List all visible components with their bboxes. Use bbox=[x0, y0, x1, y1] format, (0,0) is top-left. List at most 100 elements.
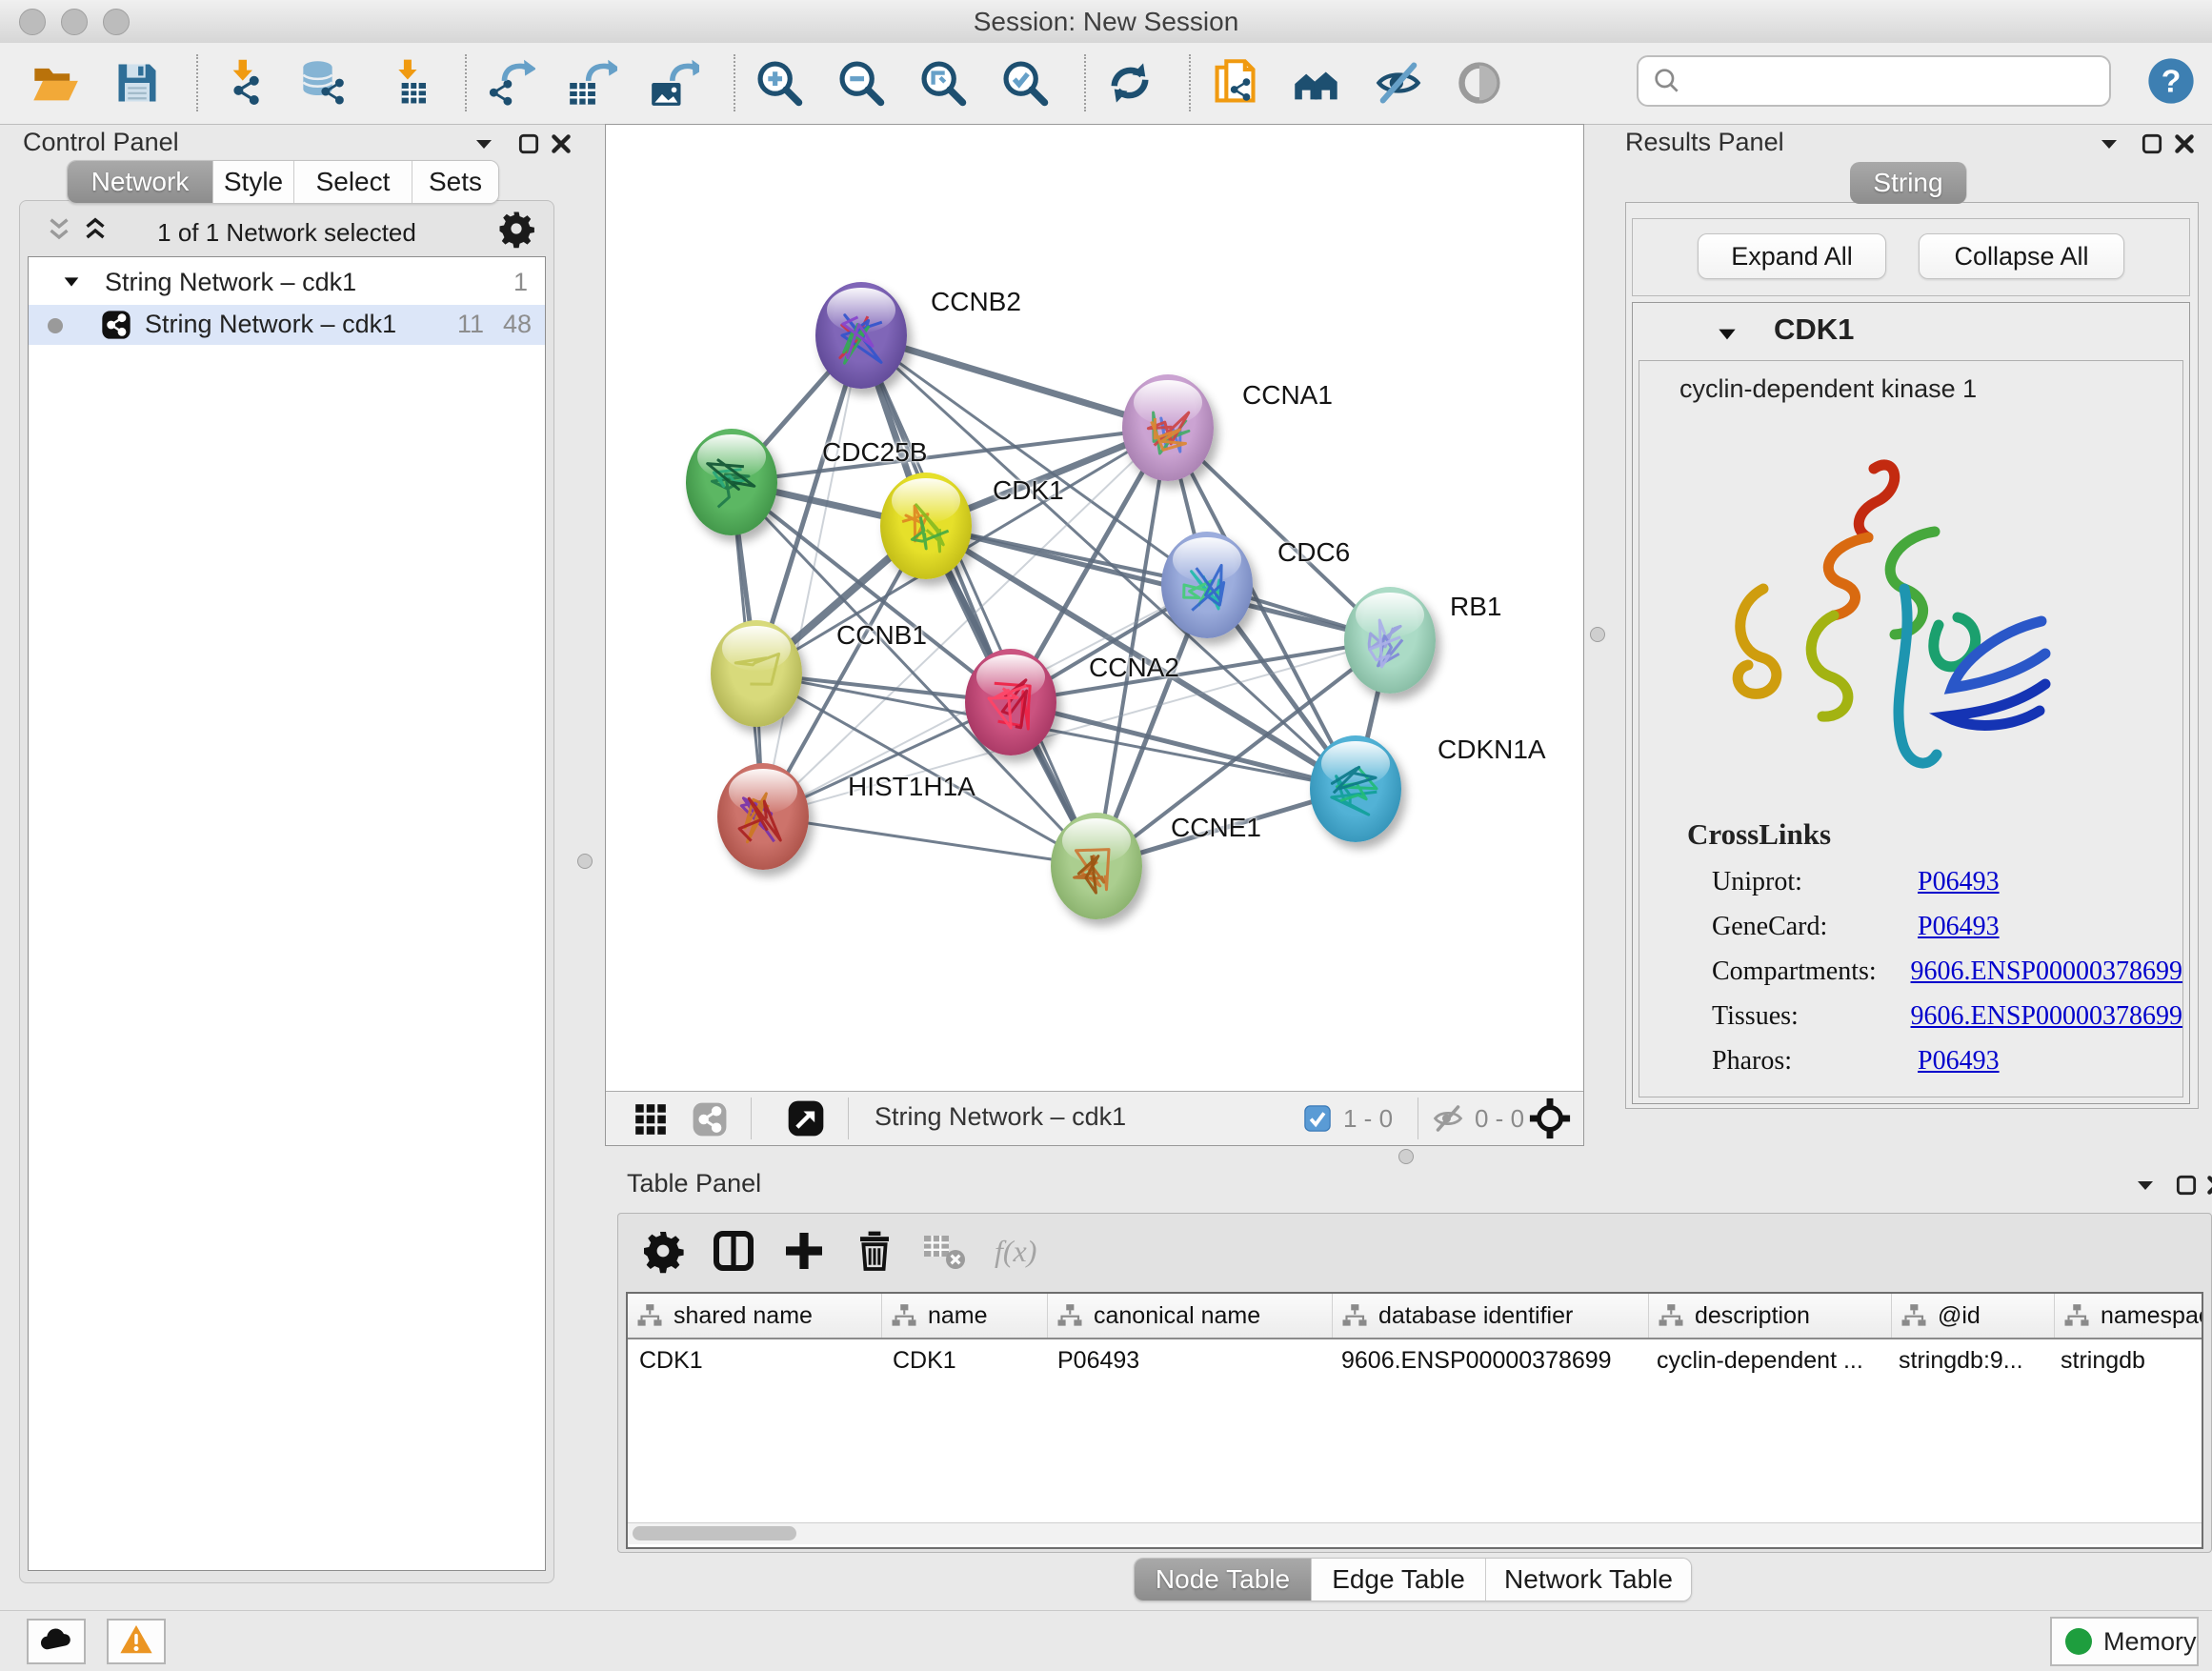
float-panel-icon[interactable] bbox=[516, 131, 541, 161]
zoom-fit-icon bbox=[918, 58, 968, 108]
network-node-cdc6[interactable] bbox=[1161, 532, 1253, 638]
export-table-button[interactable] bbox=[566, 56, 619, 110]
pan-crosshair-icon[interactable] bbox=[1528, 1097, 1572, 1145]
tab-sets[interactable]: Sets bbox=[412, 161, 498, 203]
column-header-shared-name[interactable]: shared name bbox=[628, 1294, 882, 1338]
float-panel-icon[interactable] bbox=[2140, 131, 2164, 161]
open-in-window-icon[interactable] bbox=[787, 1099, 825, 1142]
network-node-ccna1[interactable] bbox=[1122, 374, 1214, 481]
network-node-cdkn1a[interactable] bbox=[1310, 735, 1401, 842]
search-input[interactable] bbox=[1688, 61, 2097, 99]
tab-select[interactable]: Select bbox=[294, 161, 412, 203]
scrollbar-thumb[interactable] bbox=[633, 1526, 796, 1540]
string-import-button[interactable] bbox=[1208, 56, 1261, 110]
column-header-canonical-name[interactable]: canonical name bbox=[1048, 1294, 1333, 1338]
show-all-button[interactable] bbox=[1454, 56, 1507, 110]
table-cell[interactable]: stringdb:9... bbox=[1887, 1339, 2049, 1381]
tab-network[interactable]: Network bbox=[68, 161, 213, 203]
network-collection-row[interactable]: String Network – cdk1 1 bbox=[29, 265, 545, 301]
column-header-namespace[interactable]: namespace bbox=[2055, 1294, 2203, 1338]
table-h-scrollbar[interactable] bbox=[628, 1522, 2202, 1544]
network-node-hist1h1a[interactable] bbox=[717, 763, 809, 870]
tab-edge-table[interactable]: Edge Table bbox=[1312, 1559, 1486, 1601]
splitter-handle[interactable] bbox=[577, 854, 593, 869]
column-header-database-identifier[interactable]: database identifier bbox=[1333, 1294, 1649, 1338]
crosslink-link[interactable]: 9606.ENSP00000378699 bbox=[1911, 956, 2182, 987]
column-header--id[interactable]: @id bbox=[1892, 1294, 2055, 1338]
table-cell[interactable]: P06493 bbox=[1046, 1339, 1330, 1381]
save-session-button[interactable] bbox=[111, 56, 164, 110]
collapse-panel-icon[interactable] bbox=[473, 132, 495, 160]
table-cell[interactable]: CDK1 bbox=[628, 1339, 881, 1381]
close-panel-icon[interactable] bbox=[549, 131, 573, 161]
tab-network-table[interactable]: Network Table bbox=[1486, 1559, 1691, 1601]
network-node-cdc25b[interactable] bbox=[686, 429, 777, 535]
crosslink-link[interactable]: 9606.ENSP00000378699 bbox=[1911, 1001, 2182, 1032]
collapse-panel-icon[interactable] bbox=[2134, 1174, 2157, 1201]
protein-structure-thumb bbox=[699, 448, 764, 522]
float-panel-icon[interactable] bbox=[2174, 1173, 2199, 1202]
network-node-rb1[interactable] bbox=[1344, 587, 1436, 694]
gear-icon[interactable] bbox=[496, 209, 536, 253]
toggle-columns-button[interactable] bbox=[706, 1223, 761, 1278]
collection-expander-icon[interactable] bbox=[61, 272, 82, 297]
delete-column-button[interactable] bbox=[847, 1223, 902, 1278]
import-network-icon bbox=[217, 58, 267, 108]
control-panel-tabs: NetworkStyleSelectSets bbox=[67, 160, 499, 204]
import-table-button[interactable] bbox=[379, 56, 432, 110]
string-homology-button[interactable] bbox=[1290, 56, 1343, 110]
export-image-button[interactable] bbox=[648, 56, 701, 110]
network-row-selected[interactable]: String Network – cdk1 11 48 bbox=[29, 305, 545, 345]
memory-button[interactable]: Memory bbox=[2050, 1617, 2199, 1666]
zoom-in-button[interactable] bbox=[753, 56, 806, 110]
network-node-ccne1[interactable] bbox=[1051, 813, 1142, 919]
section-expander-icon[interactable] bbox=[1715, 322, 1739, 352]
import-network-database-button[interactable] bbox=[297, 56, 351, 110]
network-node-ccnb2[interactable] bbox=[815, 282, 907, 389]
zoom-out-button[interactable] bbox=[835, 56, 888, 110]
column-header-name[interactable]: name bbox=[882, 1294, 1048, 1338]
crosslink-link[interactable]: P06493 bbox=[1918, 1046, 2000, 1077]
tab-string[interactable]: String bbox=[1850, 162, 1967, 204]
expand-all-button[interactable]: Expand All bbox=[1698, 233, 1886, 279]
table-cell[interactable]: CDK1 bbox=[881, 1339, 1046, 1381]
network-node-cdk1[interactable] bbox=[880, 473, 972, 579]
table-cell[interactable]: 9606.ENSP00000378699 bbox=[1330, 1339, 1645, 1381]
tab-node-table[interactable]: Node Table bbox=[1135, 1559, 1312, 1601]
warnings-button[interactable] bbox=[107, 1619, 166, 1664]
help-icon[interactable]: ? bbox=[2145, 55, 2197, 111]
table-settings-button[interactable] bbox=[635, 1223, 691, 1278]
cloud-service-button[interactable] bbox=[27, 1619, 86, 1664]
open-session-button[interactable] bbox=[29, 56, 82, 110]
crosslink-link[interactable]: P06493 bbox=[1918, 867, 2000, 897]
close-panel-icon[interactable] bbox=[2172, 131, 2197, 161]
table-row[interactable]: CDK1CDK1P064939606.ENSP00000378699cyclin… bbox=[628, 1339, 2202, 1381]
network-share-gray-icon[interactable] bbox=[692, 1101, 728, 1142]
splitter-handle[interactable] bbox=[1398, 1149, 1414, 1164]
crosslink-label: Tissues: bbox=[1712, 1001, 1911, 1032]
splitter-handle[interactable] bbox=[1590, 627, 1605, 642]
network-node-ccna2[interactable] bbox=[965, 649, 1056, 755]
hide-unselected-button[interactable] bbox=[1372, 56, 1425, 110]
table-cell[interactable]: cyclin-dependent ... bbox=[1645, 1339, 1887, 1381]
zoom-fit-button[interactable] bbox=[916, 56, 970, 110]
collapse-all-button[interactable]: Collapse All bbox=[1919, 233, 2124, 279]
table-cell[interactable]: stringdb bbox=[2049, 1339, 2203, 1381]
network-canvas[interactable]: CCNB2CCNA1CDC25BCDK1CDC6RB1CCNB1CCNA2CDK… bbox=[606, 125, 1583, 1091]
collapse-panel-icon[interactable] bbox=[2098, 132, 2121, 160]
node-label-cdk1: CDK1 bbox=[993, 475, 1064, 506]
tab-style[interactable]: Style bbox=[213, 161, 294, 203]
zoom-selected-button[interactable] bbox=[998, 56, 1052, 110]
export-table-icon bbox=[568, 58, 617, 108]
selected-checkbox-icon[interactable] bbox=[1303, 1104, 1332, 1137]
import-network-button[interactable] bbox=[215, 56, 269, 110]
birdseye-grid-icon[interactable] bbox=[633, 1101, 669, 1142]
refresh-layout-button[interactable] bbox=[1103, 56, 1156, 110]
search-box bbox=[1637, 55, 2111, 107]
close-panel-icon[interactable] bbox=[2204, 1173, 2212, 1202]
add-column-button[interactable] bbox=[776, 1223, 832, 1278]
export-network-button[interactable] bbox=[484, 56, 537, 110]
crosslink-link[interactable]: P06493 bbox=[1918, 912, 2000, 942]
network-node-ccnb1[interactable] bbox=[711, 620, 802, 727]
column-header-description[interactable]: description bbox=[1649, 1294, 1892, 1338]
